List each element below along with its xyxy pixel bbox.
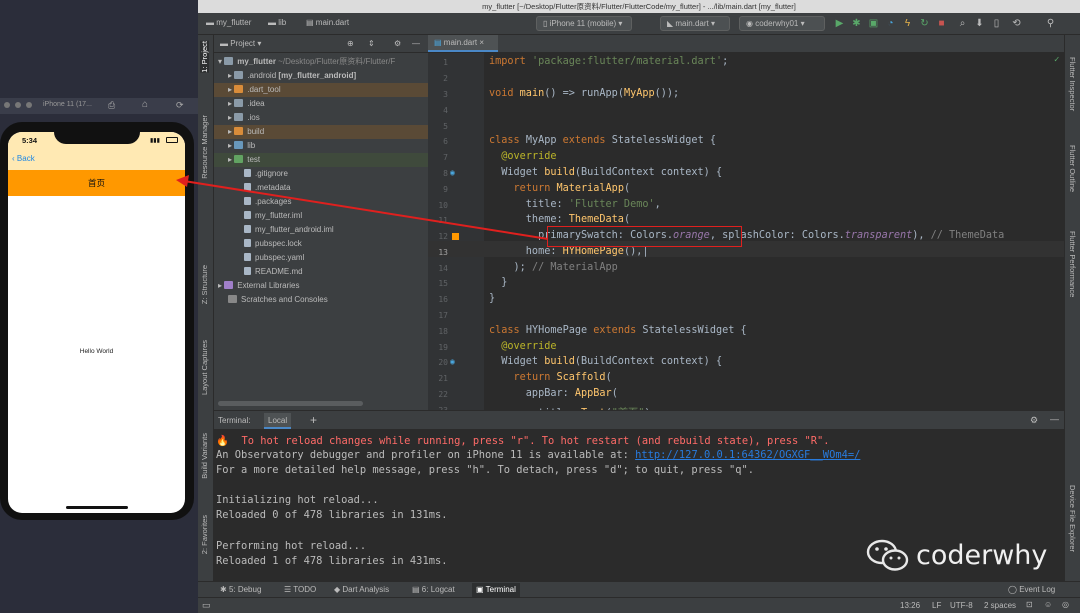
- annotation-arrow: [176, 175, 549, 240]
